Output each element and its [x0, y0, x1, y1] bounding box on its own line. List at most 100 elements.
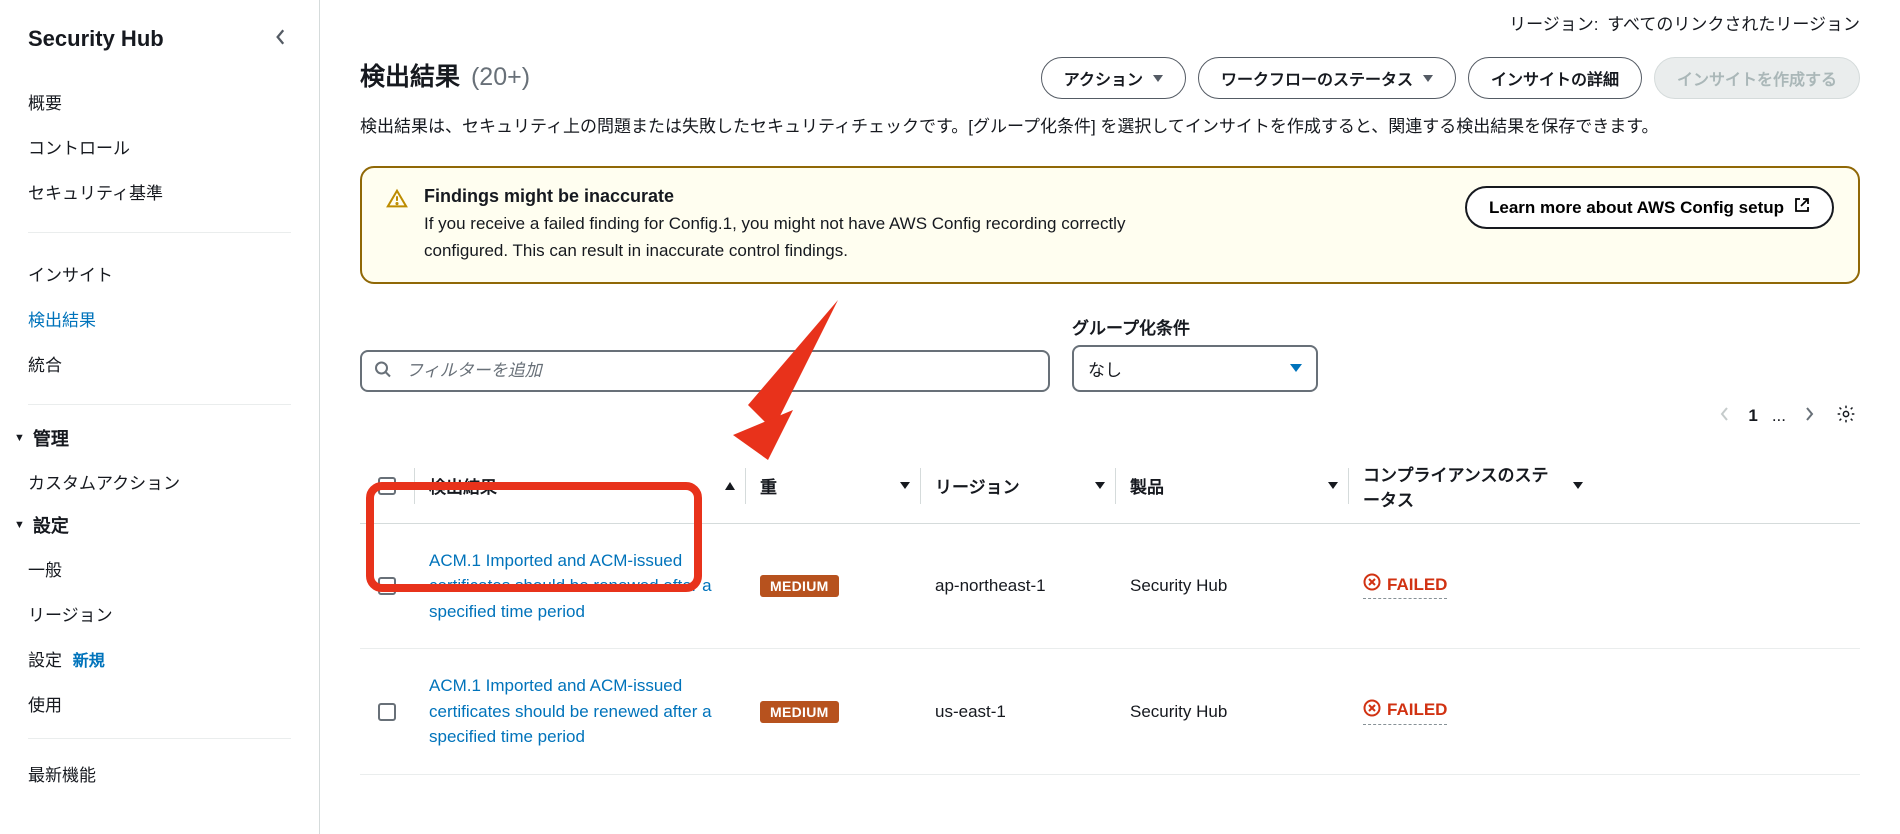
- caret-down-icon: [1153, 75, 1163, 82]
- sidebar-header: Security Hub: [0, 20, 319, 73]
- filter-icon[interactable]: [900, 482, 910, 489]
- table-row: ACM.1 Imported and ACM-issued certificat…: [360, 524, 1860, 650]
- table-settings-button[interactable]: [1832, 400, 1860, 433]
- cell-compliance: FAILED: [1363, 573, 1593, 599]
- nav-divider: [28, 232, 291, 233]
- severity-badge: MEDIUM: [760, 701, 839, 723]
- alert-title: Findings might be inaccurate: [424, 186, 1144, 207]
- page-header-left: 検出結果 (20+): [360, 57, 530, 93]
- filter-icon[interactable]: [1328, 482, 1338, 489]
- col-header-product[interactable]: 製品: [1130, 473, 1348, 498]
- nav-section-admin[interactable]: ▼ 管理: [0, 417, 319, 459]
- sidebar: Security Hub 概要 コントロール セキュリティ基準 インサイト 検出…: [0, 0, 320, 834]
- insight-detail-label: インサイトの詳細: [1491, 66, 1619, 90]
- col-spacer: [414, 568, 415, 604]
- nav-integrations[interactable]: 統合: [0, 341, 319, 386]
- compliance-failed-badge[interactable]: FAILED: [1363, 699, 1447, 725]
- failed-icon: [1363, 699, 1381, 722]
- nav-whatsnew[interactable]: 最新機能: [0, 751, 319, 796]
- col-spacer: [414, 694, 415, 730]
- col-spacer: [745, 568, 746, 604]
- cell-severity: MEDIUM: [760, 575, 920, 597]
- nav-findings[interactable]: 検出結果: [0, 296, 319, 341]
- col-spacer: [920, 568, 921, 604]
- nav-section-settings[interactable]: ▼ 設定: [0, 504, 319, 546]
- col-spacer: [1115, 568, 1116, 604]
- nav-general[interactable]: 一般: [0, 546, 319, 591]
- select-all-checkbox[interactable]: [378, 477, 396, 495]
- col-spacer: [1115, 694, 1116, 730]
- col-header-severity[interactable]: 重: [760, 473, 920, 498]
- nav-insights[interactable]: インサイト: [0, 251, 319, 296]
- row-checkbox[interactable]: [378, 577, 396, 595]
- cell-region: ap-northeast-1: [935, 576, 1115, 596]
- findings-table: 検出結果 重 リージョン 製品 コンプライアンスのステータス: [360, 449, 1860, 775]
- col-checkbox: [360, 477, 414, 495]
- sidebar-title: Security Hub: [28, 26, 164, 52]
- col-severity-label: 重: [760, 473, 777, 498]
- page-number[interactable]: 1: [1748, 406, 1757, 426]
- region-label: リージョン:: [1509, 15, 1598, 34]
- config-warning-alert: Findings might be inaccurate If you rece…: [360, 166, 1860, 284]
- nav-whatsnew-label: 最新機能: [28, 761, 96, 786]
- col-spacer: [920, 694, 921, 730]
- col-header-region[interactable]: リージョン: [935, 473, 1115, 498]
- row-checkbox[interactable]: [378, 703, 396, 721]
- compliance-failed-badge[interactable]: FAILED: [1363, 573, 1447, 599]
- nav-custom-actions[interactable]: カスタムアクション: [0, 459, 319, 504]
- finding-link[interactable]: ACM.1 Imported and ACM-issued certificat…: [429, 548, 745, 625]
- workflow-button[interactable]: ワークフローのステータス: [1198, 57, 1456, 99]
- new-badge: 新規: [73, 653, 105, 670]
- group-by-value: なし: [1088, 356, 1122, 381]
- nav-divider: [28, 738, 291, 739]
- learn-more-label: Learn more about AWS Config setup: [1489, 198, 1784, 218]
- page-ellipsis: ...: [1772, 406, 1786, 426]
- filter-input[interactable]: [360, 350, 1050, 392]
- col-spacer: [1348, 568, 1349, 604]
- nav-section-settings-label: 設定: [33, 512, 69, 538]
- filter-input-wrap: [360, 350, 1050, 392]
- col-separator: [1348, 468, 1349, 504]
- nav-standards[interactable]: セキュリティ基準: [0, 169, 319, 214]
- nav-group-main: 概要 コントロール セキュリティ基準: [0, 73, 319, 220]
- region-value: すべてのリンクされたリージョン: [1607, 15, 1860, 34]
- cell-title: ACM.1 Imported and ACM-issued certificat…: [429, 673, 745, 750]
- nav-settings-label: 設定: [28, 651, 62, 670]
- sidebar-collapse-button[interactable]: [271, 24, 291, 53]
- page-title-text: 検出結果: [360, 63, 460, 91]
- nav-usage[interactable]: 使用: [0, 681, 319, 726]
- col-separator: [414, 468, 415, 504]
- page-prev-button: [1716, 402, 1734, 431]
- group-by-label: グループ化条件: [1072, 314, 1318, 339]
- col-product-label: 製品: [1130, 473, 1164, 498]
- insight-create-button: インサイトを作成する: [1654, 57, 1860, 99]
- page-next-button[interactable]: [1800, 402, 1818, 431]
- col-header-title[interactable]: 検出結果: [429, 473, 745, 498]
- table-header-row: 検出結果 重 リージョン 製品 コンプライアンスのステータス: [360, 449, 1860, 524]
- alert-body: If you receive a failed finding for Conf…: [424, 211, 1144, 264]
- cell-region: us-east-1: [935, 702, 1115, 722]
- finding-link[interactable]: ACM.1 Imported and ACM-issued certificat…: [429, 673, 745, 750]
- col-header-compliance[interactable]: コンプライアンスのステータス: [1363, 461, 1593, 511]
- chevron-left-icon: [275, 34, 287, 49]
- nav-overview[interactable]: 概要: [0, 79, 319, 124]
- warning-icon: [386, 188, 408, 264]
- button-row: アクション ワークフローのステータス インサイトの詳細 インサイトを作成する: [1041, 57, 1860, 99]
- col-spacer: [745, 694, 746, 730]
- row-checkbox-cell: [360, 703, 414, 721]
- page-description: 検出結果は、セキュリティ上の問題または失敗したセキュリティチェックです。[グルー…: [360, 113, 1860, 140]
- compliance-text: FAILED: [1387, 575, 1447, 595]
- action-button[interactable]: アクション: [1041, 57, 1186, 99]
- cell-product: Security Hub: [1130, 576, 1348, 596]
- nav-region[interactable]: リージョン: [0, 591, 319, 636]
- filter-icon[interactable]: [1095, 482, 1105, 489]
- group-by-select[interactable]: なし: [1072, 345, 1318, 392]
- sort-asc-icon: [725, 482, 735, 490]
- nav-controls[interactable]: コントロール: [0, 124, 319, 169]
- page-header: 検出結果 (20+) アクション ワークフローのステータス インサイトの詳細 イ…: [360, 57, 1860, 99]
- alert-left: Findings might be inaccurate If you rece…: [386, 186, 1144, 264]
- nav-settings[interactable]: 設定 新規: [0, 636, 319, 681]
- learn-more-button[interactable]: Learn more about AWS Config setup: [1465, 186, 1834, 229]
- filter-icon[interactable]: [1573, 482, 1583, 489]
- insight-detail-button[interactable]: インサイトの詳細: [1468, 57, 1642, 99]
